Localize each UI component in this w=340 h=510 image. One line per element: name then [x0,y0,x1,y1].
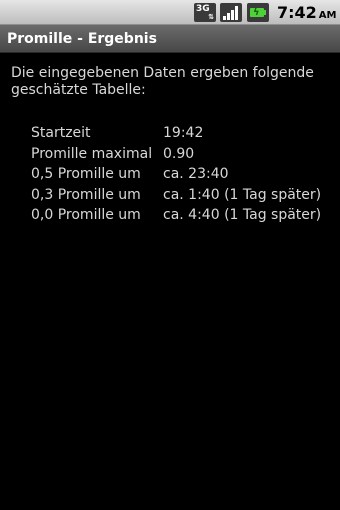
page-title: Promille - Ergebnis [7,31,157,47]
signal-bar [235,6,238,20]
title-bar: Promille - Ergebnis [0,25,340,53]
result-label: Startzeit [31,125,91,141]
intro-text: Die eingegebenen Daten ergeben folgende … [11,65,314,98]
result-row-promille-maximal: Promille maximal 0.90 [31,144,336,165]
result-row-startzeit: Startzeit 19:42 [31,123,336,144]
result-value: 19:42 [163,125,204,141]
status-clock: 7:42 AM [277,3,337,22]
result-value: ca. 4:40 (1 Tag später) [163,207,322,223]
clock-time: 7:42 [277,3,317,22]
result-label: 0,5 Promille um [31,166,141,182]
result-row-00-promille: 0,0 Promille um ca. 4:40 (1 Tag später) [31,205,336,226]
clock-ampm: AM [318,10,337,21]
3g-network-icon: 3G ⇅ [194,3,216,22]
result-label: 0,0 Promille um [31,207,141,223]
result-label: Promille maximal [31,145,153,162]
results-table: Startzeit 19:42 Promille maximal 0.90 0,… [31,123,336,226]
result-label: 0,3 Promille um [31,186,141,203]
battery-charging-icon: ϟ [247,3,269,22]
result-row-03-promille: 0,3 Promille um ca. 1:40 (1 Tag später) [31,185,336,206]
result-value: 0.90 [163,145,195,162]
signal-bar [223,16,226,20]
charging-bolt-icon: ϟ [253,7,260,18]
result-value: ca. 23:40 [163,166,229,182]
result-value: ca. 1:40 (1 Tag später) [163,186,322,203]
battery-tip [264,10,266,15]
result-row-05-promille: 0,5 Promille um ca. 23:40 [31,164,336,185]
data-activity-icon: ⇅ [208,13,214,21]
signal-bar [231,10,234,20]
signal-bars-icon [220,3,242,22]
status-bar: 3G ⇅ ϟ 7:42 AM [0,0,340,25]
signal-bar [227,13,230,20]
